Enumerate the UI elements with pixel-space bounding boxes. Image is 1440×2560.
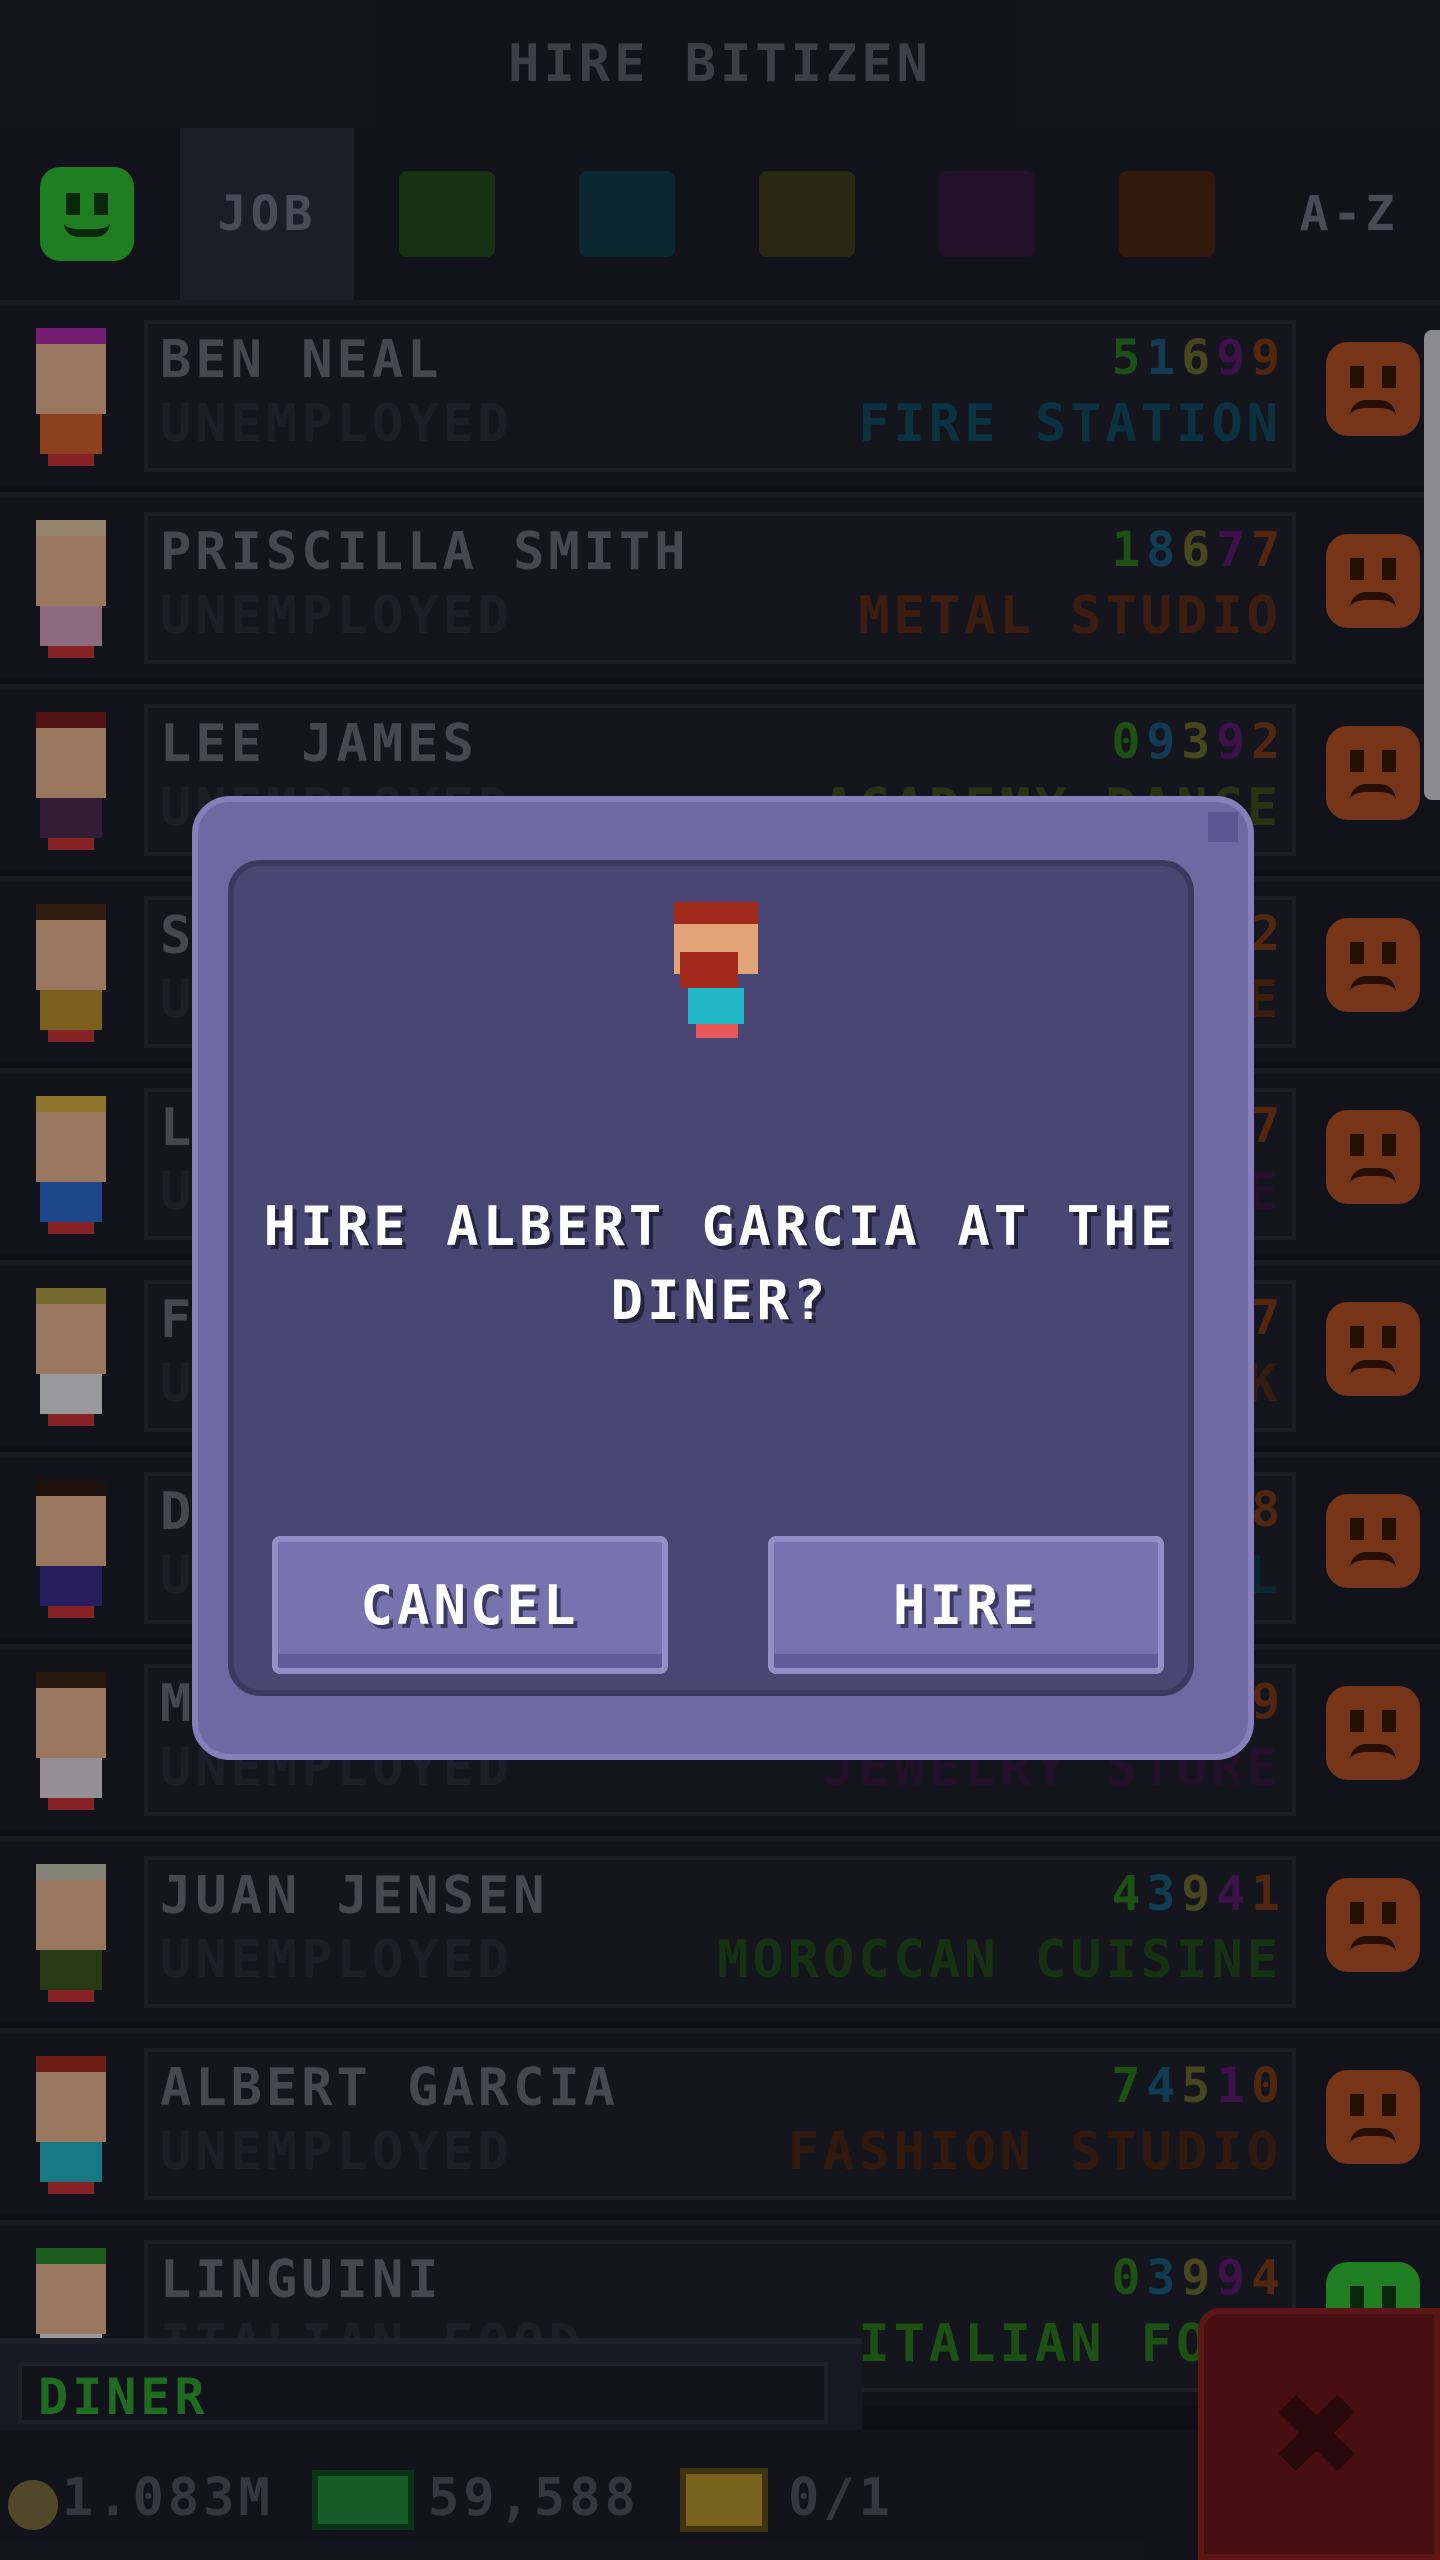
cancel-button[interactable]: CANCEL	[272, 1536, 668, 1674]
hire-button[interactable]: HIRE	[768, 1536, 1164, 1674]
bitizen-avatar	[670, 902, 762, 1042]
hire-button-label: HIRE	[892, 1573, 1040, 1637]
dialog-message: HIRE ALBERT GARCIA AT THE DINER?	[263, 1195, 1177, 1332]
dialog-corner-icon	[1208, 812, 1238, 842]
cancel-button-label: CANCEL	[360, 1573, 580, 1637]
